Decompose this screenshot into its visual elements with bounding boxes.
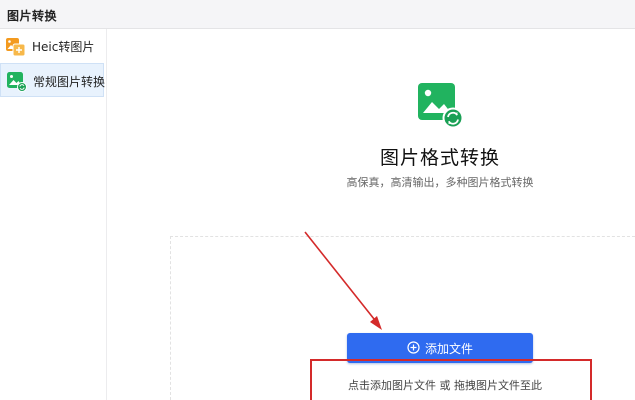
sidebar-item-heic-to-image[interactable]: Heic转图片: [0, 29, 104, 63]
drop-hint-text: 点击添加图片文件 或 拖拽图片文件至此: [348, 379, 542, 392]
sidebar-item-label: Heic转图片: [32, 40, 95, 54]
sidebar-item-label: 常规图片转换: [33, 75, 106, 89]
add-file-button[interactable]: 添加文件: [347, 333, 533, 363]
sidebar-item-regular-image-convert[interactable]: 常规图片转换: [0, 63, 106, 97]
sidebar: Heic转图片 常规图片转换: [0, 29, 107, 400]
image-convert-icon: [418, 83, 464, 129]
title-bar: 图片转换: [0, 0, 635, 29]
plus-circle-icon: [407, 341, 420, 354]
image-convert-icon: [7, 72, 27, 92]
heic-image-icon: [6, 38, 26, 57]
add-file-button-label: 添加文件: [425, 342, 474, 356]
app-title: 图片转换: [7, 9, 58, 23]
page-subtitle: 高保真，高清输出，多种图片格式转换: [346, 176, 534, 189]
file-drop-zone[interactable]: [170, 236, 635, 400]
page-title: 图片格式转换: [379, 147, 500, 169]
